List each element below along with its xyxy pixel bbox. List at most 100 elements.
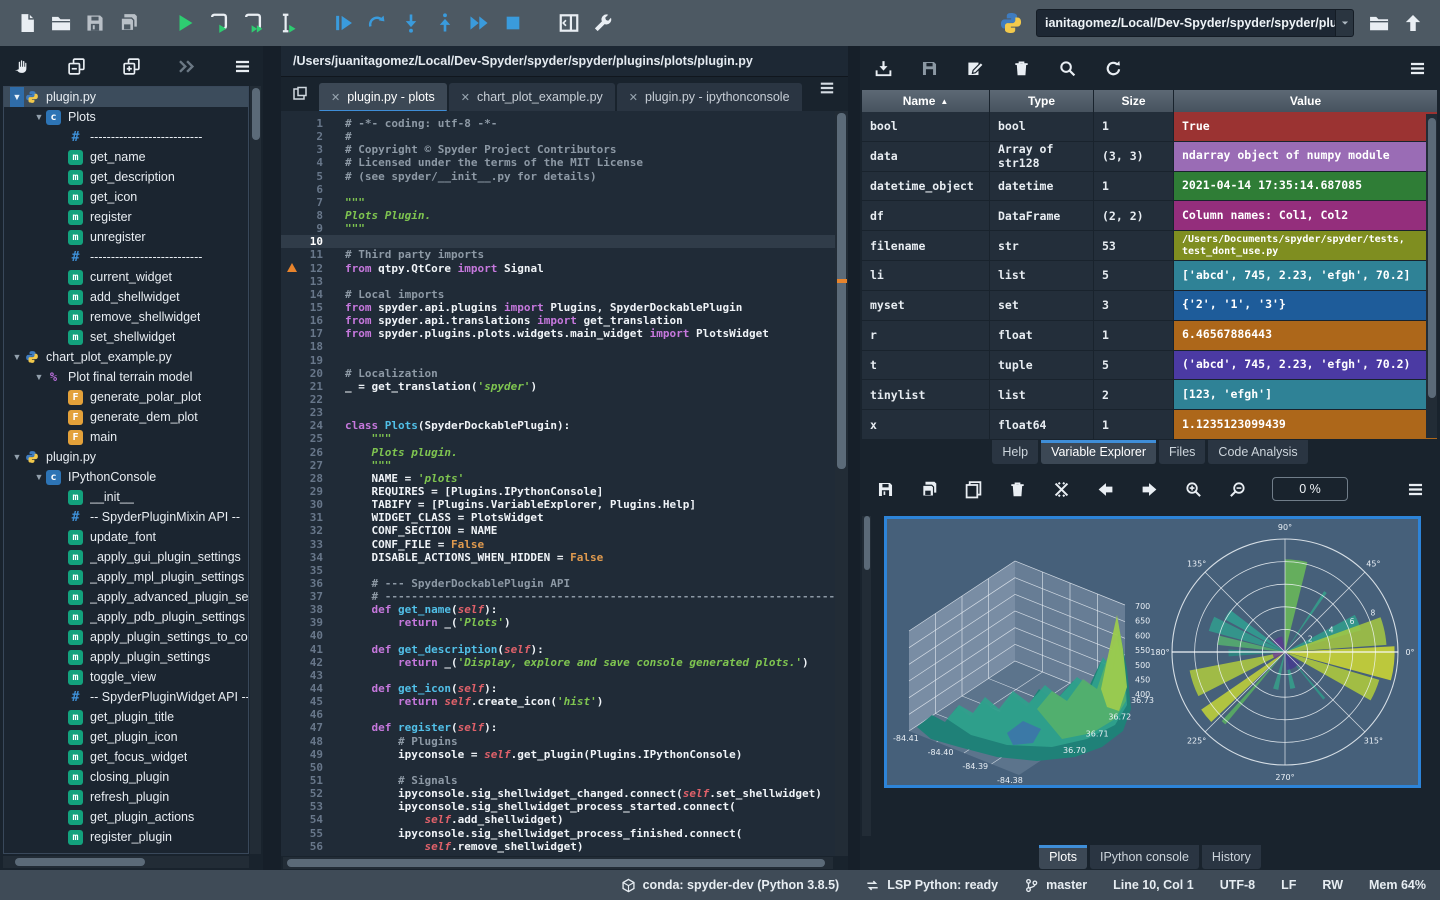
variable-value[interactable]: {'2', '1', '3'} <box>1174 291 1438 320</box>
outline-item-register[interactable]: mregister <box>4 207 248 227</box>
stop-icon[interactable] <box>496 6 530 40</box>
editor-tab-plugin-py---ipythonconsole[interactable]: ✕plugin.py - ipythonconsole <box>617 83 802 111</box>
pane-tab-plots[interactable]: Plots <box>1039 845 1087 869</box>
variable-row-filename[interactable]: filenamestr53/Users/Documents/spyder/spy… <box>862 231 1438 261</box>
status-eol[interactable]: LF <box>1281 878 1296 892</box>
outline-item-__init__[interactable]: m__init__ <box>4 487 248 507</box>
outline-item-spyderpluginmixinapi[interactable]: #-- SpyderPluginMixin API -- <box>4 507 248 527</box>
outline-tree[interactable]: ▼plugin.py▼cPlots#----------------------… <box>3 86 249 854</box>
outline-item-set_shellwidget[interactable]: mset_shellwidget <box>4 327 248 347</box>
status-conda[interactable]: conda: spyder-dev (Python 3.8.5) <box>621 878 840 893</box>
outline-item-chart_plot_example.py[interactable]: ▼chart_plot_example.py <box>4 347 248 367</box>
outline-item-ipythonconsole[interactable]: ▼cIPythonConsole <box>4 467 248 487</box>
variable-row-bool[interactable]: boolbool1True <box>862 112 1438 142</box>
working-directory-input[interactable]: ianitagomez/Local/Dev-Spyder/spyder/spyd… <box>1036 9 1336 37</box>
chevron-down-icon[interactable] <box>1336 9 1354 37</box>
outline-item-register_plugin[interactable]: mregister_plugin <box>4 827 248 847</box>
status-memory[interactable]: Mem 64% <box>1369 878 1426 892</box>
outline-item-remove_shellwidget[interactable]: mremove_shellwidget <box>4 307 248 327</box>
outline-vertical-scrollbar[interactable] <box>250 86 261 854</box>
editor-tab-chart-plot-example-py[interactable]: ✕chart_plot_example.py <box>449 83 615 111</box>
run-selection-icon[interactable] <box>270 6 304 40</box>
variable-name[interactable]: tinylist <box>862 380 990 409</box>
zoom-out-icon[interactable] <box>1222 474 1252 504</box>
variable-size[interactable]: 1 <box>1094 410 1174 439</box>
outline-item-plotfinalterrainmodel[interactable]: ▼%Plot final terrain model <box>4 367 248 387</box>
variable-size[interactable]: (3, 3) <box>1094 142 1174 171</box>
outline-item-toggle_view[interactable]: mtoggle_view <box>4 667 248 687</box>
outline-item-current_widget[interactable]: mcurrent_widget <box>4 267 248 287</box>
close-tab-icon[interactable]: ✕ <box>629 91 638 104</box>
variable-type[interactable]: str <box>990 231 1094 260</box>
variable-row-r[interactable]: rfloat16.46567886443 <box>862 321 1438 351</box>
tabbar-menu-icon[interactable] <box>810 71 844 105</box>
status-encoding[interactable]: UTF-8 <box>1220 878 1255 892</box>
outline-item-refresh_plugin[interactable]: mrefresh_plugin <box>4 787 248 807</box>
variable-name[interactable]: bool <box>862 112 990 141</box>
outline-item-get_plugin_actions[interactable]: mget_plugin_actions <box>4 807 248 827</box>
tree-chevron-icon[interactable]: ▼ <box>32 112 46 122</box>
variable-name[interactable]: myset <box>862 291 990 320</box>
save-data-icon[interactable] <box>914 53 944 83</box>
variable-size[interactable]: 5 <box>1094 261 1174 290</box>
variable-value[interactable]: 1.1235123099439 <box>1174 410 1438 439</box>
tree-chevron-icon[interactable]: ▼ <box>32 372 46 382</box>
tree-chevron-icon[interactable]: ▼ <box>10 352 24 362</box>
variable-size[interactable]: 1 <box>1094 321 1174 350</box>
run-cell-advance-icon[interactable] <box>236 6 270 40</box>
outline-item-generate_dem_plot[interactable]: Fgenerate_dem_plot <box>4 407 248 427</box>
variable-row-t[interactable]: ttuple5('abcd', 745, 2.23, 'efgh', 70.2) <box>862 351 1438 381</box>
status-permission[interactable]: RW <box>1322 878 1343 892</box>
variable-row-myset[interactable]: mysetset3{'2', '1', '3'} <box>862 291 1438 321</box>
close-tab-icon[interactable]: ✕ <box>331 91 340 104</box>
variable-value[interactable]: True <box>1174 112 1438 141</box>
variable-name[interactable]: datetime_object <box>862 172 990 201</box>
close-tab-icon[interactable]: ✕ <box>461 91 470 104</box>
variable-type[interactable]: Array of str128 <box>990 142 1094 171</box>
run-cell-icon[interactable] <box>202 6 236 40</box>
tree-chevron-icon[interactable]: ▼ <box>10 87 24 107</box>
variable-size[interactable]: 2 <box>1094 380 1174 409</box>
collapse-all-icon[interactable] <box>61 51 91 81</box>
variable-size[interactable]: 1 <box>1094 112 1174 141</box>
search-variables-icon[interactable] <box>1052 53 1082 83</box>
variable-name[interactable]: df <box>862 201 990 230</box>
menu-icon[interactable] <box>1402 53 1432 83</box>
outline-item-apply_plugin_settings_to[interactable]: mapply_plugin_settings_to_console <box>4 627 248 647</box>
plot-thumbnail-selected[interactable]: 700650600550500450400-84.41-84.40-84.39-… <box>884 516 1421 788</box>
variable-value[interactable]: /Users/Documents/spyder/spyder/tests, te… <box>1174 231 1438 260</box>
variable-type[interactable]: float64 <box>990 410 1094 439</box>
variable-type[interactable]: tuple <box>990 351 1094 380</box>
outline-item-plugin.py[interactable]: ▼plugin.py <box>4 87 248 107</box>
redo-cell-icon[interactable] <box>360 6 394 40</box>
variable-row-datetime_object[interactable]: datetime_objectdatetime12021-04-14 17:35… <box>862 172 1438 202</box>
column-header-size[interactable]: Size <box>1094 90 1174 112</box>
split-editor-icon[interactable] <box>287 81 313 107</box>
outline-item-get_icon[interactable]: mget_icon <box>4 187 248 207</box>
menu-icon[interactable] <box>227 51 257 81</box>
tree-chevron-icon[interactable]: ▼ <box>10 452 24 462</box>
outline-item-update_font[interactable]: mupdate_font <box>4 527 248 547</box>
status-branch[interactable]: master <box>1024 878 1087 893</box>
variable-type[interactable]: list <box>990 380 1094 409</box>
variable-value[interactable]: Column names: Col1, Col2 <box>1174 201 1438 230</box>
variable-value[interactable]: [123, 'efgh'] <box>1174 380 1438 409</box>
tree-chevron-icon[interactable]: ▼ <box>32 472 46 482</box>
editor-horizontal-scrollbar[interactable] <box>283 857 833 869</box>
outline-item-plugin.py[interactable]: ▼plugin.py <box>4 447 248 467</box>
variable-value[interactable]: ['abcd', 745, 2.23, 'efgh', 70.2] <box>1174 261 1438 290</box>
save-plot-icon[interactable] <box>870 474 900 504</box>
pane-tab-ipython-console[interactable]: IPython console <box>1090 845 1199 869</box>
outline-item-add_shellwidget[interactable]: madd_shellwidget <box>4 287 248 307</box>
variable-type[interactable]: list <box>990 261 1094 290</box>
column-header-value[interactable]: Value <box>1174 90 1438 112</box>
column-header-name[interactable]: Name▲ <box>862 90 990 112</box>
outline-item-unregister[interactable]: munregister <box>4 227 248 247</box>
pane-tab-history[interactable]: History <box>1202 845 1261 869</box>
plots-scrollbar[interactable] <box>862 516 871 836</box>
debug-continue-icon[interactable] <box>326 6 360 40</box>
outline-item-_apply_mpl_plugin_settin[interactable]: m_apply_mpl_plugin_settings <box>4 567 248 587</box>
outline-item-_apply_pdb_plugin_settin[interactable]: m_apply_pdb_plugin_settings <box>4 607 248 627</box>
copy-plot-icon[interactable] <box>958 474 988 504</box>
variable-size[interactable]: 5 <box>1094 351 1174 380</box>
